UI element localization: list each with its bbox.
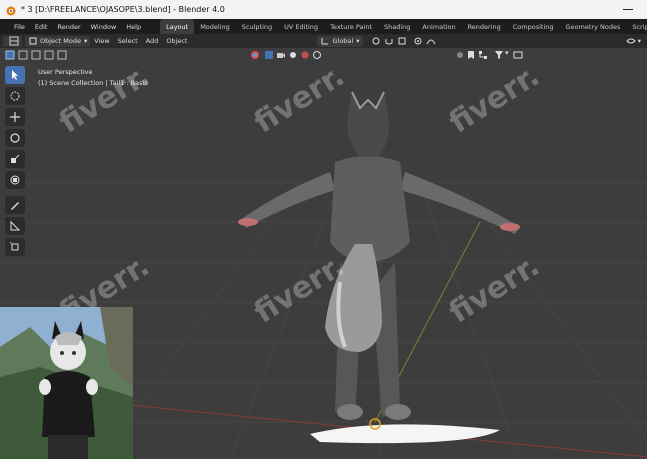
object-type-icon[interactable] xyxy=(264,50,274,60)
transform-orientation-dropdown[interactable]: Global ▾ xyxy=(317,35,363,47)
editor-type-button[interactable] xyxy=(3,35,22,47)
rotate-tool-button[interactable] xyxy=(5,129,25,147)
orientation-label: Global xyxy=(332,37,354,45)
annotate-tool-button[interactable] xyxy=(5,196,25,214)
scale-tool-button[interactable] xyxy=(5,150,25,168)
tab-rendering[interactable]: Rendering xyxy=(462,19,507,34)
ruler-icon xyxy=(10,220,21,231)
snap-icon[interactable] xyxy=(384,36,394,46)
select-invert-icon[interactable] xyxy=(44,50,54,60)
tab-layout[interactable]: Layout xyxy=(160,19,195,34)
chevron-down-icon: ▾ xyxy=(83,37,88,45)
select-tool-button[interactable] xyxy=(5,66,25,84)
camera-icon[interactable] xyxy=(276,50,286,60)
snap-target-icon[interactable] xyxy=(397,36,407,46)
menu-edit[interactable]: Edit xyxy=(30,23,53,31)
cursor-icon xyxy=(12,70,18,80)
webcam-avatar-image xyxy=(0,307,133,459)
object-mode-icon xyxy=(29,37,37,45)
menu-render[interactable]: Render xyxy=(52,23,85,31)
hierarchy-icon[interactable] xyxy=(478,50,488,60)
menu-window[interactable]: Window xyxy=(86,23,122,31)
proportional-edit-icon[interactable] xyxy=(413,36,423,46)
window-titlebar: * 3 [D:\FREELANCE\OJASOPE\3.blend] - Ble… xyxy=(0,0,647,19)
move-tool-button[interactable] xyxy=(5,108,25,126)
chevron-down-icon[interactable]: ▾ xyxy=(505,49,509,57)
shading-color-icon[interactable] xyxy=(250,50,260,60)
viewport-subheader: ▾ xyxy=(0,48,647,110)
move-icon xyxy=(10,112,20,122)
material-icon[interactable] xyxy=(300,50,310,60)
mode-label: Object Mode xyxy=(40,37,81,45)
falloff-icon[interactable] xyxy=(426,36,436,46)
tab-animation[interactable]: Animation xyxy=(416,19,461,34)
mode-dropdown[interactable]: Object Mode ▾ xyxy=(25,35,91,47)
new-collection-icon[interactable] xyxy=(513,50,523,60)
menu-help[interactable]: Help xyxy=(121,23,146,31)
workspace-tabs: Layout Modeling Sculpting UV Editing Tex… xyxy=(160,19,647,34)
select-box-icon[interactable] xyxy=(5,50,15,60)
transform-tool-button[interactable] xyxy=(5,171,25,189)
transform-icon xyxy=(10,175,20,185)
blender-logo-icon xyxy=(6,6,16,15)
window-title: * 3 [D:\FREELANCE\OJASOPE\3.blend] - Ble… xyxy=(21,5,225,14)
tab-uv-editing[interactable]: UV Editing xyxy=(278,19,324,34)
add-cube-icon xyxy=(9,241,19,251)
scale-icon xyxy=(11,154,20,163)
viewport-header: Object Mode ▾ View Select Add Object Glo… xyxy=(0,34,647,48)
tab-geometry-nodes[interactable]: Geometry Nodes xyxy=(560,19,627,34)
rotate-icon xyxy=(10,133,20,143)
cursor-tool-button[interactable] xyxy=(5,87,25,105)
select-subtract-icon[interactable] xyxy=(31,50,41,60)
view-options-icon[interactable] xyxy=(626,36,636,46)
tab-modeling[interactable]: Modeling xyxy=(194,19,236,34)
top-menubar: File Edit Render Window Help Layout Mode… xyxy=(0,19,647,34)
measure-tool-button[interactable] xyxy=(5,217,25,235)
menu-select[interactable]: Select xyxy=(114,37,142,45)
tab-shading[interactable]: Shading xyxy=(378,19,416,34)
chevron-down-icon[interactable]: ▾ xyxy=(638,37,641,45)
bookmark-icon[interactable] xyxy=(466,50,476,60)
menu-object[interactable]: Object xyxy=(162,37,191,45)
3d-cursor-icon xyxy=(10,91,20,101)
pivot-icon[interactable] xyxy=(371,36,381,46)
select-intersect-icon[interactable] xyxy=(57,50,67,60)
tab-scripting[interactable]: Scripting xyxy=(626,19,647,34)
add-cube-tool-button[interactable] xyxy=(5,238,25,256)
orientation-icon xyxy=(321,38,329,45)
tool-shelf xyxy=(5,66,27,256)
grid-editor-icon xyxy=(9,36,19,46)
minimize-icon[interactable] xyxy=(623,9,633,10)
tab-texture-paint[interactable]: Texture Paint xyxy=(324,19,378,34)
menu-add[interactable]: Add xyxy=(142,37,163,45)
pencil-icon xyxy=(11,202,19,210)
world-icon[interactable] xyxy=(312,50,322,60)
menu-file[interactable]: File xyxy=(9,23,30,31)
collection-label: (1) Scene Collection | Tail1 : Basis xyxy=(38,79,148,87)
tab-compositing[interactable]: Compositing xyxy=(507,19,560,34)
perspective-label: User Perspective xyxy=(38,68,93,76)
restrict-toggle-icon[interactable] xyxy=(455,50,465,60)
menu-view[interactable]: View xyxy=(90,37,113,45)
webcam-overlay xyxy=(0,307,133,459)
filter-icon[interactable] xyxy=(494,50,504,60)
tab-sculpting[interactable]: Sculpting xyxy=(236,19,278,34)
select-extend-icon[interactable] xyxy=(18,50,28,60)
chevron-down-icon: ▾ xyxy=(356,37,360,45)
light-icon[interactable] xyxy=(288,50,298,60)
